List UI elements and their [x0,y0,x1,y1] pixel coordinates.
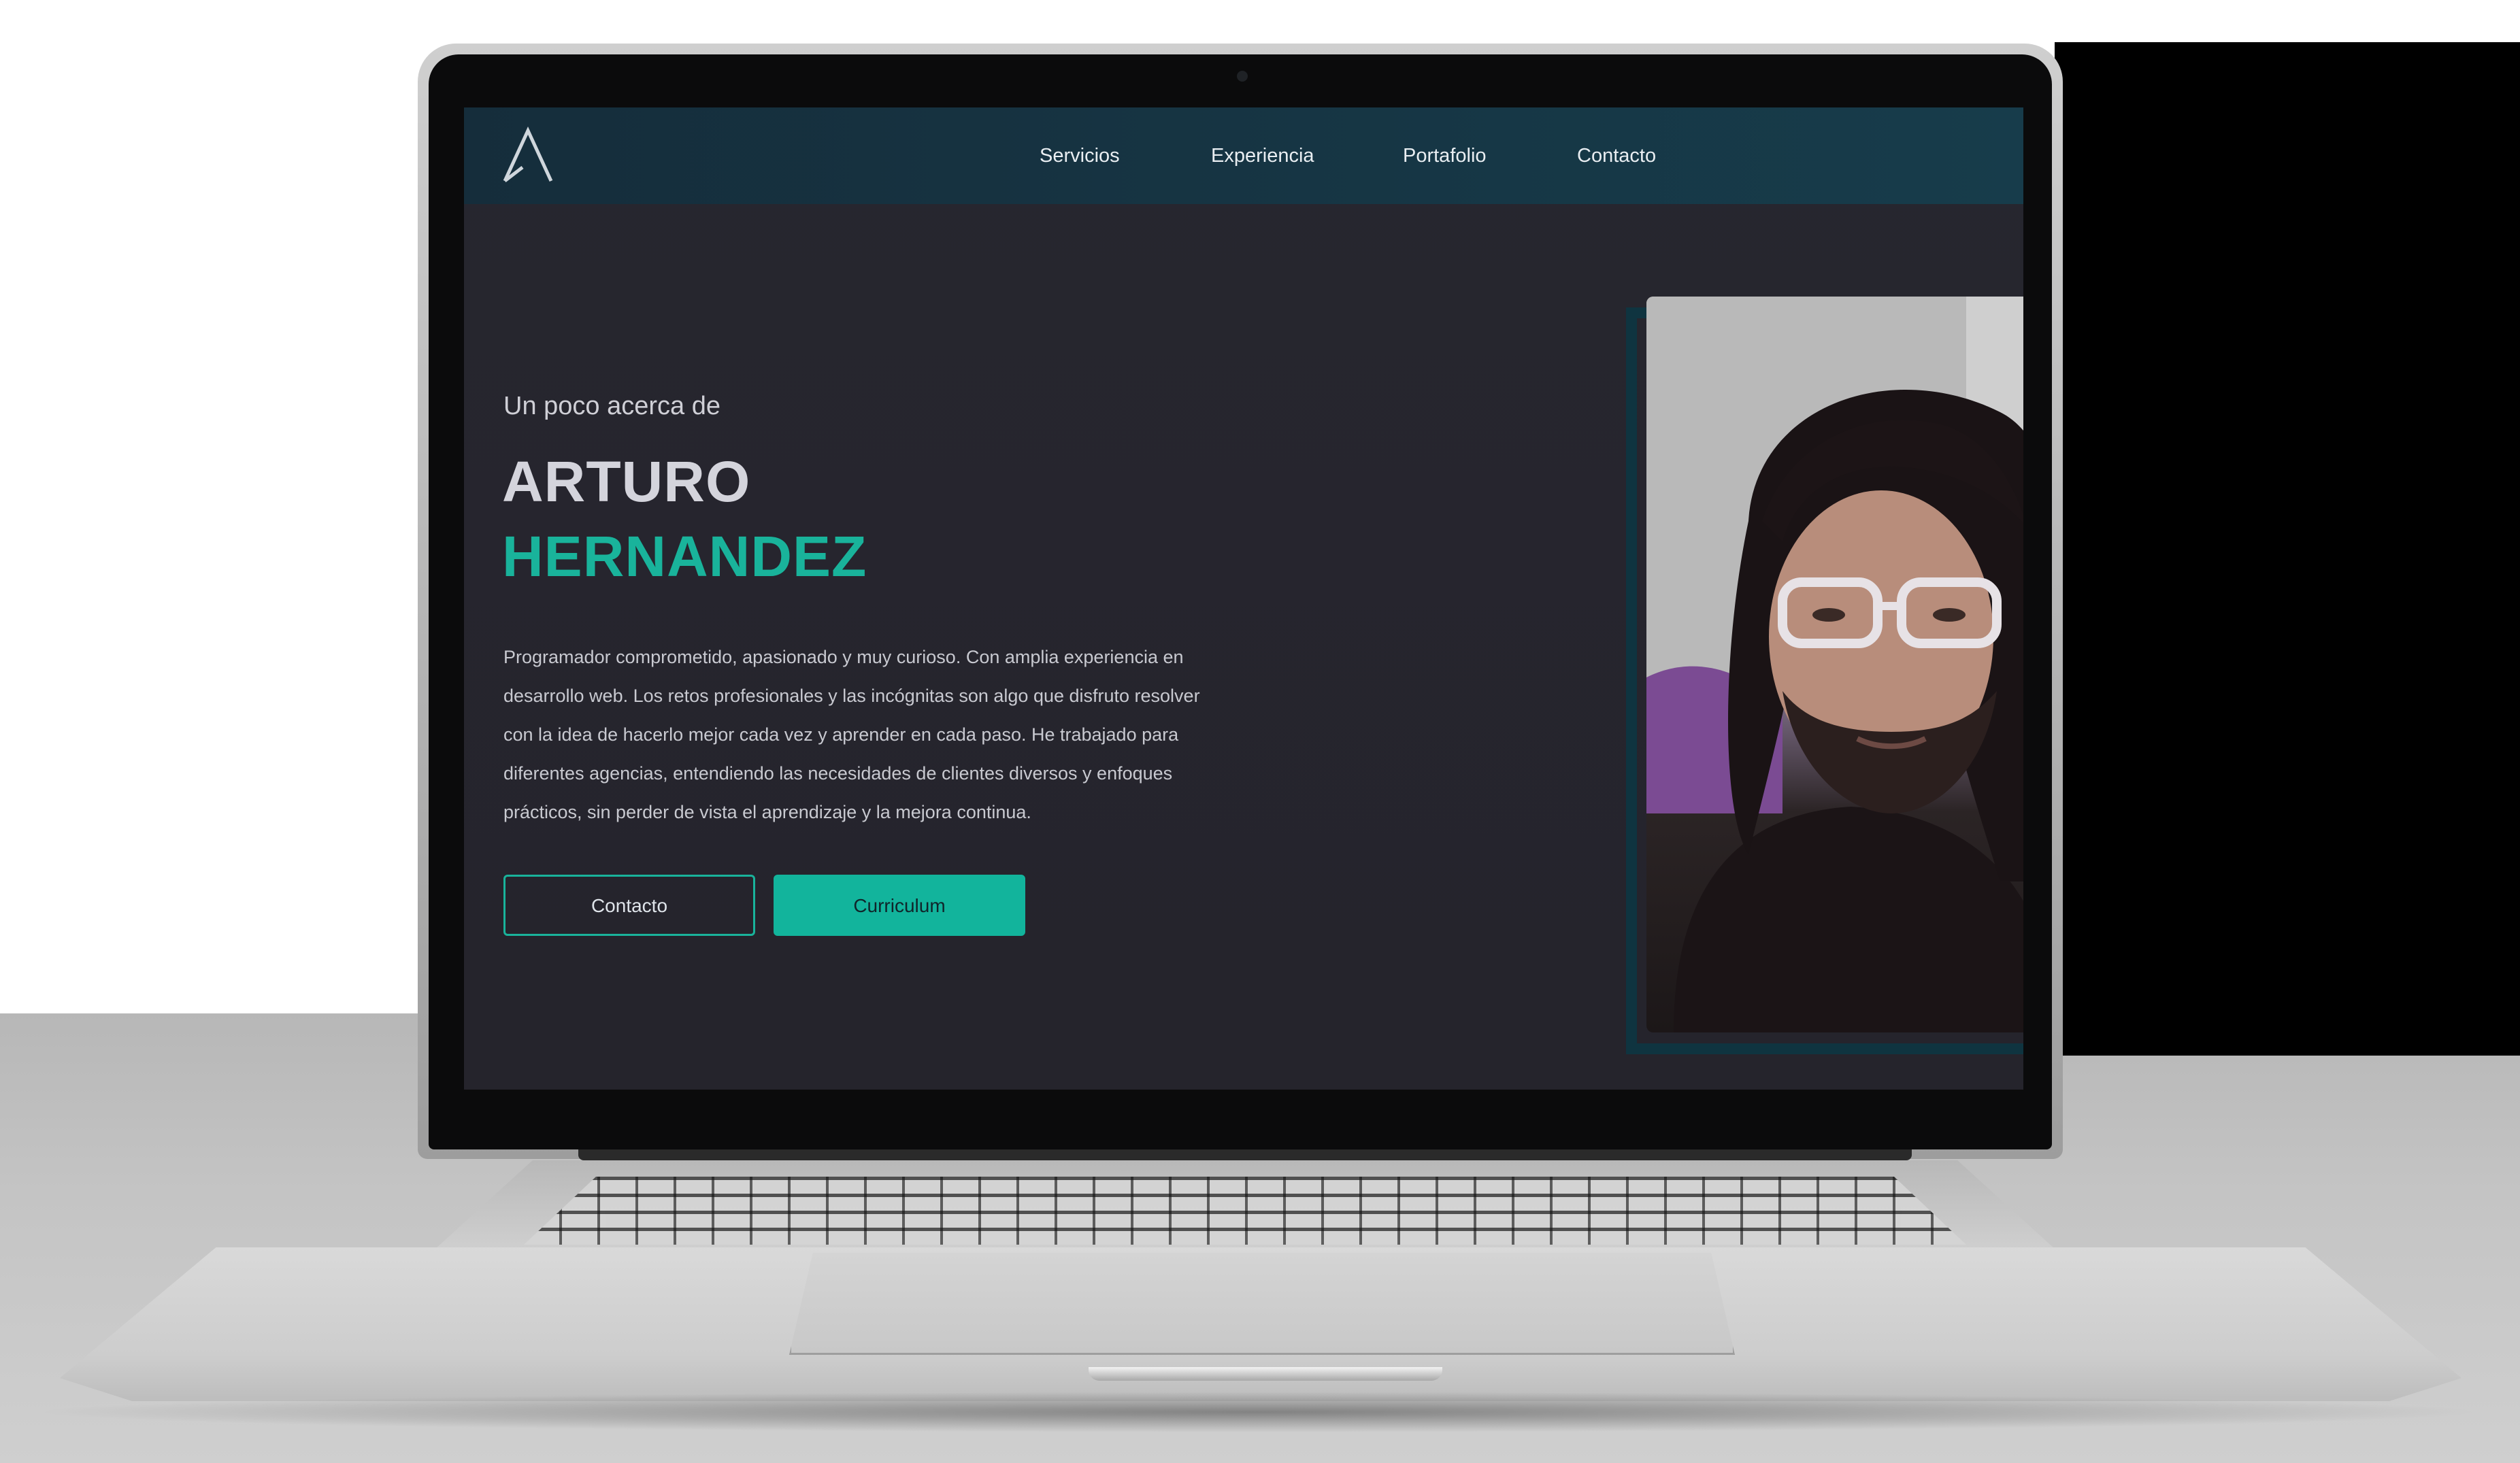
black-backdrop [2055,42,2520,1056]
laptop-shadow [27,1392,2490,1432]
trackpad [789,1253,1735,1355]
nav-portafolio[interactable]: Portafolio [1403,140,1487,171]
laptop-front-notch [1089,1367,1442,1381]
laptop-hinge [578,1149,1912,1160]
nav-contacto[interactable]: Contacto [1577,140,1656,171]
contact-button[interactable]: Contacto [503,875,755,936]
hero-last-name: HERNANDEZ [502,524,867,588]
webcam-icon [1237,71,1248,82]
hero-subtitle: Un poco acerca de [503,392,720,420]
keyboard [524,1177,1966,1245]
hero-first-name: ARTURO [502,450,751,514]
navbar: Servicios Experiencia Portafolio Contact… [464,107,2023,204]
triangle-logo-icon[interactable] [502,127,554,184]
resume-button[interactable]: Curriculum [774,875,1025,936]
portrait-illustration [1646,297,2023,1032]
nav-experiencia[interactable]: Experiencia [1211,140,1314,171]
profile-photo [1646,297,2023,1032]
website-screen: Servicios Experiencia Portafolio Contact… [464,107,2023,1090]
hero-bio: Programador comprometido, apasionado y m… [503,647,1200,822]
nav-servicios[interactable]: Servicios [1040,140,1120,171]
